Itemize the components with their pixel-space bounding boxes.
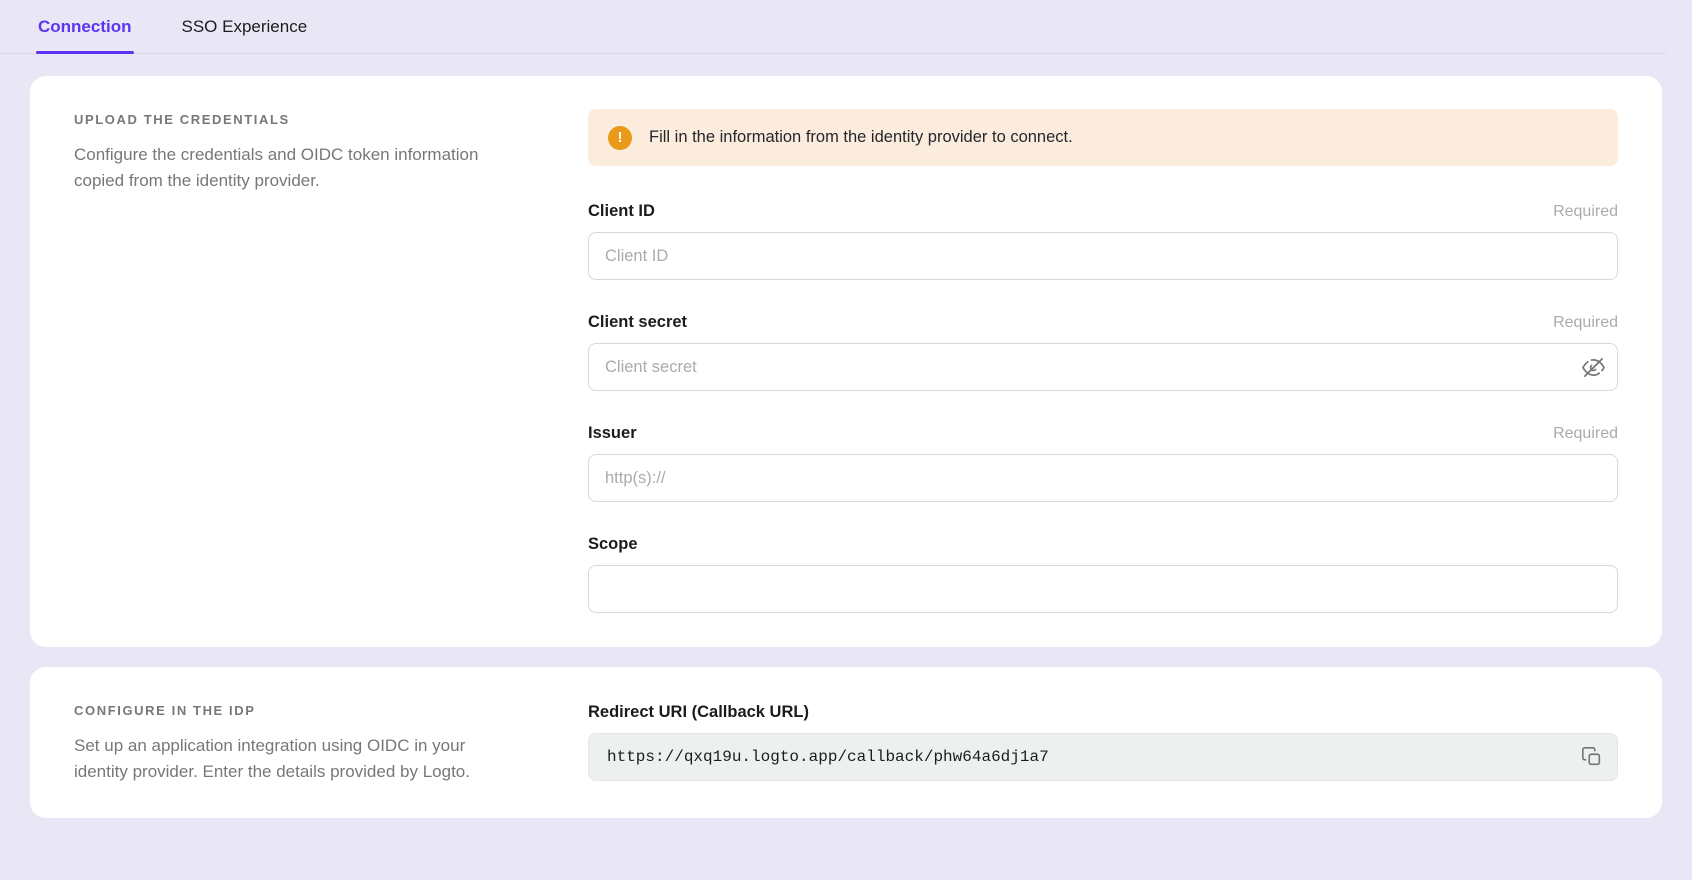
section-description-upload-credentials: Configure the credentials and OIDC token…	[74, 142, 488, 193]
section-description-configure-idp: Set up an application integration using …	[74, 733, 504, 784]
redirect-uri-value: https://qxq19u.logto.app/callback/phw64a…	[607, 748, 1573, 766]
issuer-field-group: Issuer Required	[588, 424, 1618, 502]
issuer-input[interactable]	[588, 454, 1618, 502]
eye-off-icon	[1582, 356, 1605, 379]
tab-sso-experience[interactable]: SSO Experience	[180, 0, 310, 53]
issuer-label: Issuer	[588, 424, 637, 443]
scope-label: Scope	[588, 535, 638, 554]
client-id-label: Client ID	[588, 202, 655, 221]
redirect-uri-label: Redirect URI (Callback URL)	[588, 703, 1618, 722]
client-secret-label: Client secret	[588, 313, 687, 332]
alert-circle-icon: !	[608, 126, 632, 150]
copy-redirect-uri-button[interactable]	[1573, 738, 1611, 776]
configure-idp-card: CONFIGURE IN THE IDP Set up an applicati…	[30, 667, 1662, 818]
tab-connection[interactable]: Connection	[36, 0, 134, 53]
client-secret-input[interactable]	[588, 343, 1618, 391]
upload-credentials-card: UPLOAD THE CREDENTIALS Configure the cre…	[30, 76, 1662, 647]
tab-bar: Connection SSO Experience	[0, 0, 1666, 54]
section-title-upload-credentials: UPLOAD THE CREDENTIALS	[74, 112, 526, 127]
scope-field-group: Scope	[588, 535, 1618, 613]
section-title-configure-idp: CONFIGURE IN THE IDP	[74, 703, 526, 718]
identity-provider-alert: ! Fill in the information from the ident…	[588, 109, 1618, 166]
scope-input[interactable]	[588, 565, 1618, 613]
redirect-uri-readonly-field: https://qxq19u.logto.app/callback/phw64a…	[588, 733, 1618, 781]
client-id-input[interactable]	[588, 232, 1618, 280]
client-secret-required-tag: Required	[1553, 314, 1618, 332]
client-secret-field-group: Client secret Required	[588, 313, 1618, 391]
issuer-required-tag: Required	[1553, 425, 1618, 443]
client-id-field-group: Client ID Required	[588, 202, 1618, 280]
copy-icon	[1581, 746, 1603, 768]
alert-text: Fill in the information from the identit…	[649, 128, 1073, 147]
client-id-required-tag: Required	[1553, 203, 1618, 221]
toggle-secret-visibility-button[interactable]	[1575, 349, 1611, 385]
